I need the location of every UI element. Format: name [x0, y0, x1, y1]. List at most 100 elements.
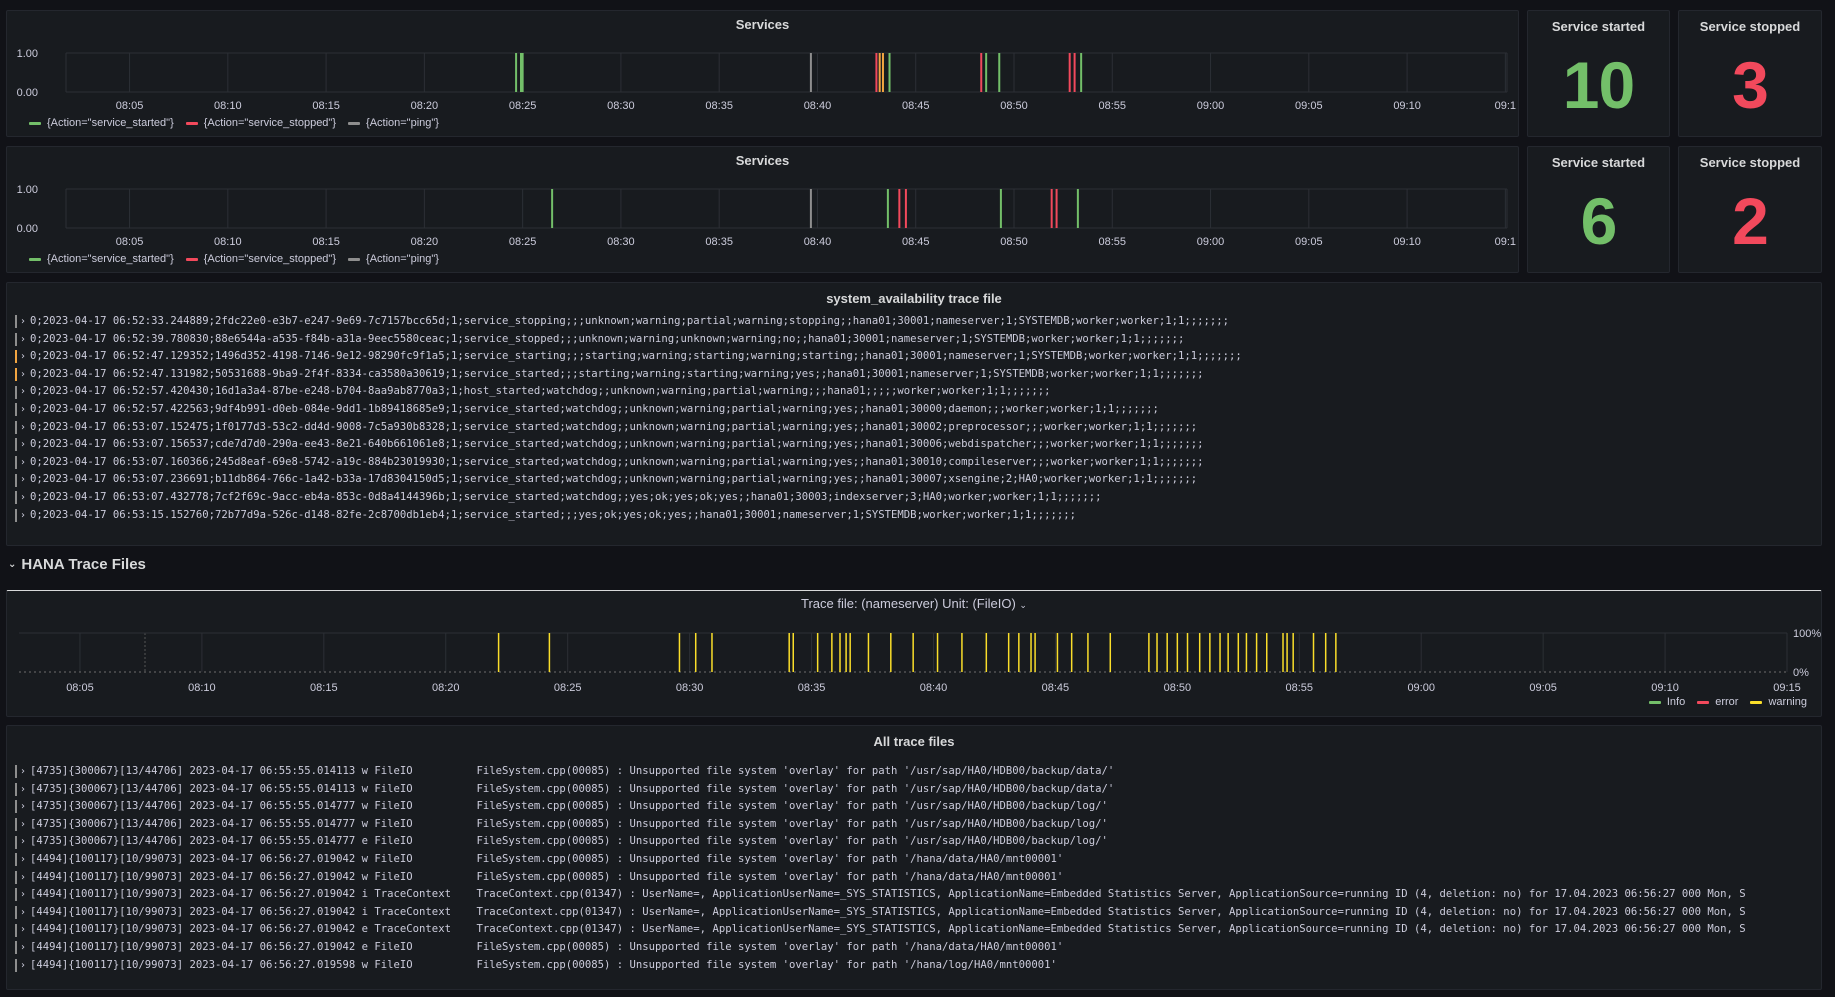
log-row[interactable]: › [4494]{100117}[10/99073] 2023-04-17 06:… — [15, 939, 1813, 957]
stat-service-started-2[interactable]: Service started 6 — [1527, 146, 1670, 273]
legend-item-info[interactable]: Info — [1648, 696, 1685, 708]
x-tick-label: 09:05 — [1295, 236, 1323, 248]
chevron-right-icon[interactable]: › — [21, 816, 30, 834]
x-tick-label: 08:55 — [1286, 682, 1314, 694]
trace-file-chart[interactable]: 08:05 08:10 08:15 08:20 08:25 08:30 08:35 08:40… — [7, 591, 1823, 718]
log-row[interactable]: › [4494]{100117}[10/99073] 2023-04-17 06:… — [15, 869, 1813, 887]
trace-log-list[interactable]: › [4735]{300067}[13/44706] 2023-04-17 06:… — [15, 763, 1813, 985]
chevron-right-icon[interactable]: › — [21, 507, 30, 525]
chevron-right-icon[interactable]: › — [21, 383, 30, 401]
stat-service-stopped-1[interactable]: Service stopped 3 — [1678, 10, 1822, 137]
services-panel-1[interactable]: Services 08:05 08:10 08:15 08:20 08:25 08:30 0… — [6, 10, 1519, 137]
chevron-right-icon[interactable]: › — [21, 366, 30, 384]
log-row[interactable]: › 0;2023-04-17 06:53:07.152475;1f0177d3-5… — [15, 419, 1813, 437]
legend-item-warning[interactable]: warning — [1750, 696, 1807, 708]
legend-item-stopped[interactable]: {Action="service_stopped"} — [185, 253, 336, 265]
chevron-right-icon[interactable]: › — [21, 886, 30, 904]
chevron-right-icon[interactable]: › — [21, 869, 30, 887]
stat-value: 2 — [1732, 184, 1769, 258]
x-tick-label: 08:25 — [554, 682, 582, 694]
chevron-right-icon[interactable]: › — [21, 904, 30, 922]
y-tick-label: 1.00 — [17, 48, 38, 60]
availability-log-panel[interactable]: system_availability trace file › 0;2023-0… — [6, 282, 1822, 546]
availability-log-list[interactable]: › 0;2023-04-17 06:52:33.244889;2fdc22e0-e… — [15, 313, 1813, 543]
chevron-right-icon[interactable]: › — [21, 454, 30, 472]
log-row[interactable]: › [4735]{300067}[13/44706] 2023-04-17 06:… — [15, 781, 1813, 799]
stat-service-started-1[interactable]: Service started 10 — [1527, 10, 1670, 137]
log-row[interactable]: › 0;2023-04-17 06:53:07.432778;7cf2f69c-9… — [15, 489, 1813, 507]
all-trace-files-panel[interactable]: All trace files › [4735]{300067}[13/44706… — [6, 725, 1822, 990]
log-row[interactable]: › [4494]{100117}[10/99073] 2023-04-17 06:… — [15, 886, 1813, 904]
log-level-indicator — [15, 906, 17, 920]
trace-file-panel[interactable]: Trace file: (nameserver) Unit: (FileIO) … — [6, 590, 1822, 717]
stat-title: Service started — [1551, 19, 1646, 34]
x-tick-label: 08:20 — [411, 236, 439, 248]
chevron-right-icon[interactable]: › — [21, 939, 30, 957]
chevron-right-icon[interactable]: › — [21, 489, 30, 507]
legend-item-ping[interactable]: {Action="ping"} — [348, 117, 439, 129]
log-level-indicator — [15, 835, 17, 849]
log-row[interactable]: › [4735]{300067}[13/44706] 2023-04-17 06:… — [15, 798, 1813, 816]
log-row[interactable]: › 0;2023-04-17 06:53:07.236691;b11db864-7… — [15, 471, 1813, 489]
log-row[interactable]: › [4494]{100117}[10/99073] 2023-04-17 06:… — [15, 921, 1813, 939]
chevron-right-icon[interactable]: › — [21, 851, 30, 869]
x-tick-label: 08:20 — [432, 682, 460, 694]
log-row[interactable]: › 0;2023-04-17 06:53:07.156537;cde7d7d0-2… — [15, 436, 1813, 454]
chevron-right-icon[interactable]: › — [21, 921, 30, 939]
chevron-right-icon[interactable]: › — [21, 471, 30, 489]
log-row[interactable]: › 0;2023-04-17 06:52:33.244889;2fdc22e0-e… — [15, 313, 1813, 331]
x-tick-label: 08:45 — [902, 100, 930, 112]
chevron-right-icon[interactable]: › — [21, 331, 30, 349]
log-row[interactable]: › [4494]{100117}[10/99073] 2023-04-17 06:… — [15, 957, 1813, 975]
log-row[interactable]: › 0;2023-04-17 06:52:57.420430;16d1a3a4-8… — [15, 383, 1813, 401]
x-tick-label: 08:15 — [312, 236, 340, 248]
y-tick-label: 100% — [1793, 628, 1821, 640]
stat-value: 10 — [1562, 48, 1635, 122]
x-tick-label: 08:30 — [607, 236, 635, 248]
log-row[interactable]: › [4494]{100117}[10/99073] 2023-04-17 06:… — [15, 851, 1813, 869]
chevron-right-icon[interactable]: › — [21, 763, 30, 781]
x-tick-label: 08:30 — [607, 100, 635, 112]
log-line-text: [4494]{100117}[10/99073] 2023-04-17 06:5… — [30, 852, 1064, 865]
services-panel-2[interactable]: Services 08:05 08:10 08:15 08:20 08:25 08:30 0… — [6, 146, 1519, 273]
legend-item-started[interactable]: {Action="service_started"} — [29, 117, 174, 129]
log-row[interactable]: › [4494]{100117}[10/99073] 2023-04-17 06:… — [15, 904, 1813, 922]
panel-title: system_availability trace file — [826, 291, 1002, 306]
log-level-indicator — [15, 456, 17, 470]
log-level-indicator — [15, 853, 17, 867]
x-tick-label: 08:15 — [312, 100, 340, 112]
log-line-text: [4494]{100117}[10/99073] 2023-04-17 06:5… — [30, 923, 1746, 936]
chevron-right-icon[interactable]: › — [21, 313, 30, 331]
chevron-right-icon[interactable]: › — [21, 798, 30, 816]
x-tick-label: 09:1 — [1495, 236, 1516, 248]
legend-item-ping[interactable]: {Action="ping"} — [348, 253, 439, 265]
log-row[interactable]: › 0;2023-04-17 06:52:47.131982;50531688-9… — [15, 366, 1813, 384]
log-row[interactable]: › 0;2023-04-17 06:52:57.422563;9df4b991-d… — [15, 401, 1813, 419]
x-tick-label: 08:40 — [804, 236, 832, 248]
legend-item-stopped[interactable]: {Action="service_stopped"} — [185, 117, 336, 129]
log-row[interactable]: › [4735]{300067}[13/44706] 2023-04-17 06:… — [15, 816, 1813, 834]
x-tick-label: 08:25 — [509, 100, 537, 112]
log-row[interactable]: › 0;2023-04-17 06:53:15.152760;72b77d9a-5… — [15, 507, 1813, 525]
log-row[interactable]: › 0;2023-04-17 06:52:47.129352;1496d352-4… — [15, 348, 1813, 366]
chevron-right-icon[interactable]: › — [21, 419, 30, 437]
x-tick-label: 09:00 — [1197, 236, 1225, 248]
chevron-right-icon[interactable]: › — [21, 833, 30, 851]
stat-value: 6 — [1580, 184, 1618, 258]
log-row[interactable]: › [4735]{300067}[13/44706] 2023-04-17 06:… — [15, 763, 1813, 781]
row-hana-trace-files[interactable]: ⌄ HANA Trace Files — [8, 556, 146, 573]
log-row[interactable]: › [4735]{300067}[13/44706] 2023-04-17 06:… — [15, 833, 1813, 851]
chevron-right-icon[interactable]: › — [21, 957, 30, 975]
stat-title: Service started — [1551, 155, 1646, 170]
stat-service-stopped-2[interactable]: Service stopped 2 — [1678, 146, 1822, 273]
log-level-indicator — [15, 491, 17, 505]
chevron-right-icon[interactable]: › — [21, 401, 30, 419]
legend-item-started[interactable]: {Action="service_started"} — [29, 253, 174, 265]
chevron-right-icon[interactable]: › — [21, 436, 30, 454]
chevron-right-icon[interactable]: › — [21, 348, 30, 366]
legend-item-error[interactable]: error — [1697, 696, 1738, 708]
chevron-down-icon[interactable]: ⌄ — [8, 559, 16, 570]
log-row[interactable]: › 0;2023-04-17 06:52:39.780830;88e6544a-a… — [15, 331, 1813, 349]
chevron-right-icon[interactable]: › — [21, 781, 30, 799]
log-row[interactable]: › 0;2023-04-17 06:53:07.160366;245d8eaf-6… — [15, 454, 1813, 472]
